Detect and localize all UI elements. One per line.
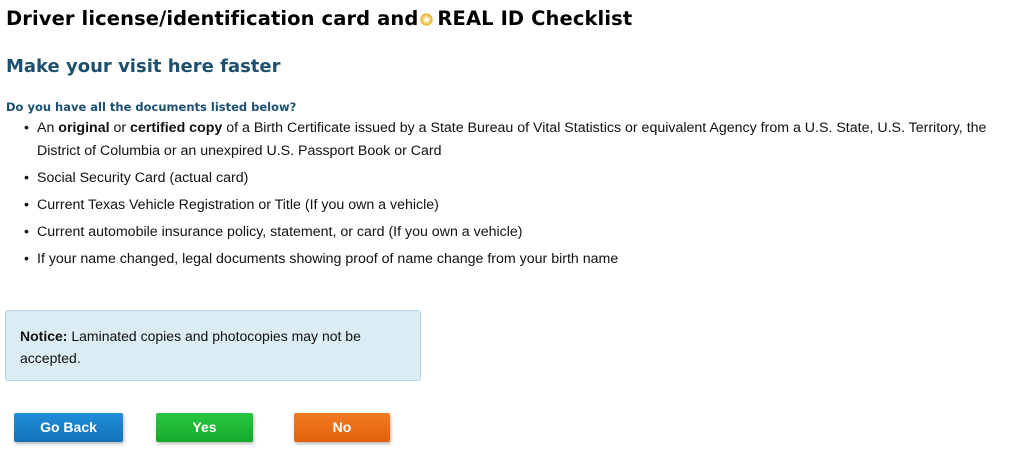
bullet-icon: • (24, 120, 29, 136)
no-button[interactable]: No (294, 413, 390, 442)
list-item: • Current Texas Vehicle Registration or T… (20, 194, 1024, 217)
list-item: • Social Security Card (actual card) (20, 167, 1024, 190)
title-text-part2: REAL ID Checklist (437, 7, 633, 30)
go-back-button[interactable]: Go Back (14, 413, 123, 442)
list-item: • An original or certified copy of a Birt… (20, 117, 1024, 163)
section-heading: Make your visit here faster (6, 56, 281, 77)
bullet-icon: • (24, 170, 29, 186)
real-id-star-icon (420, 13, 434, 26)
yes-button[interactable]: Yes (156, 413, 253, 442)
notice-label: Notice: (20, 328, 68, 344)
page-title: Driver license/identification card and RE… (6, 7, 632, 30)
list-item: • If your name changed, legal documents s… (20, 248, 1024, 271)
bullet-icon: • (24, 224, 29, 240)
list-item: • Current automobile insurance policy, st… (20, 221, 1024, 244)
emphasis-original: original (58, 120, 110, 136)
documents-question: Do you have all the documents listed bel… (6, 100, 297, 114)
bullet-icon: • (24, 197, 29, 213)
notice-box: Notice: Laminated copies and photocopies… (5, 310, 421, 381)
notice-text: Laminated copies and photocopies may not… (20, 328, 361, 366)
bullet-icon: • (24, 251, 29, 267)
title-text-part1: Driver license/identification card and (6, 7, 419, 30)
documents-list: • An original or certified copy of a Birt… (20, 117, 1024, 275)
emphasis-certified-copy: certified copy (130, 120, 223, 136)
